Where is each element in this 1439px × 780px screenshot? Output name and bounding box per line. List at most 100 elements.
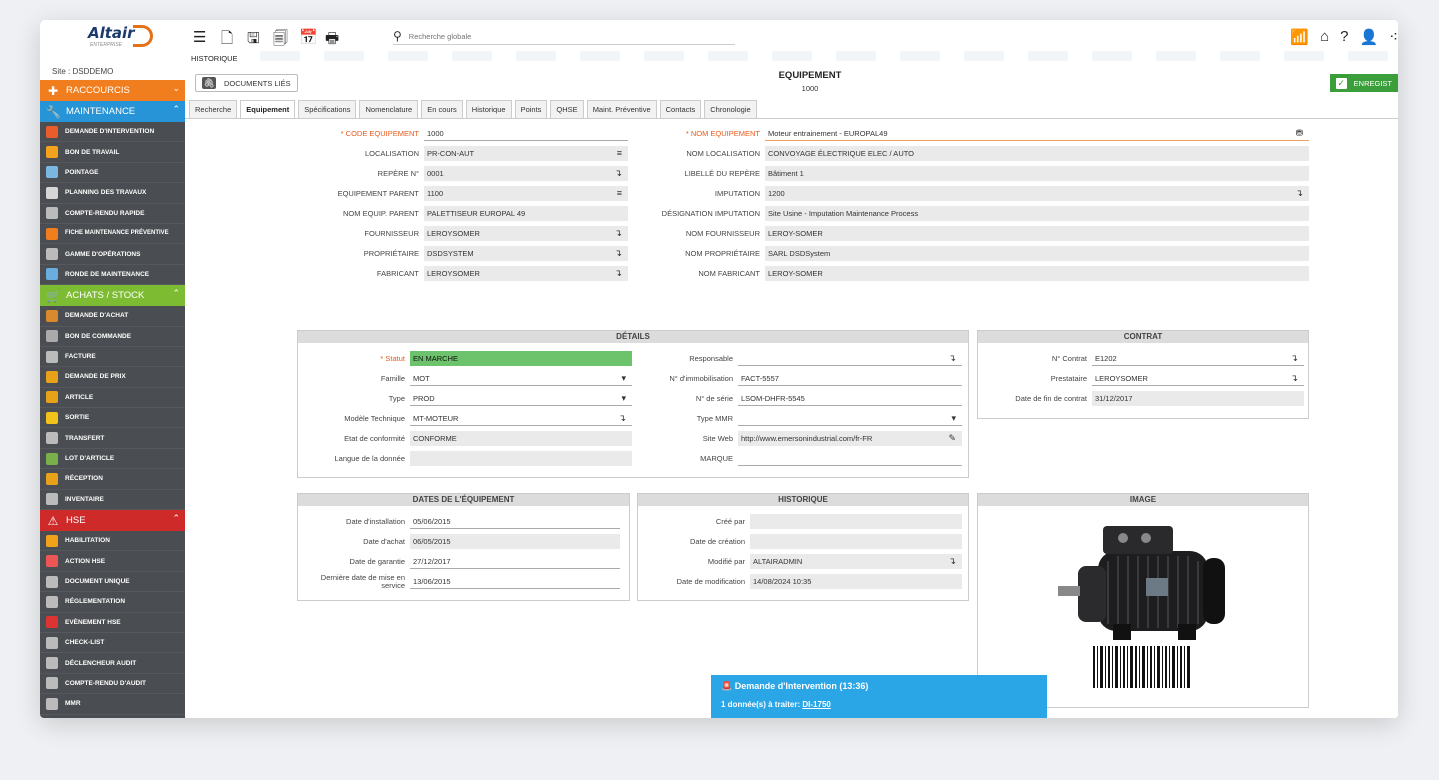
sidebar-item[interactable]: PLANNING DES TRAVAUX [40, 183, 185, 204]
sidebar-item[interactable]: CHECK-LIST [40, 633, 185, 654]
lookup-icon[interactable]: ↴ [1290, 351, 1298, 366]
help-icon[interactable]: ? [1340, 28, 1348, 46]
field-value[interactable]: LSOM-DHFR-5545 [738, 391, 962, 406]
field-value[interactable]: 13/06/2015 [410, 574, 620, 589]
sidebar-item[interactable]: RÉGLEMENTATION [40, 592, 185, 613]
sidebar-item[interactable]: FACTURE [40, 347, 185, 368]
field-value[interactable]: Moteur entrainement - EUROPAL49 ⛃ [765, 126, 1309, 141]
field-value[interactable]: Site Usine - Imputation Maintenance Proc… [765, 206, 1309, 221]
dropdown-icon[interactable]: ▾ [621, 391, 626, 406]
sidebar-item[interactable]: DÉCLENCHEUR AUDIT [40, 653, 185, 674]
field-value[interactable]: 1200 ↴ [765, 186, 1309, 201]
sidebar-item[interactable]: SORTIE [40, 408, 185, 429]
sidebar-item[interactable]: DOCUMENT UNIQUE [40, 572, 185, 593]
save-icon[interactable]: 🖫 [247, 28, 260, 53]
tab-item[interactable]: Contacts [659, 100, 702, 118]
field-value[interactable]: SARL DSDSystem [765, 246, 1309, 261]
sidebar-item[interactable]: RÉCEPTION [40, 469, 185, 490]
sidebar-item[interactable]: HABILITATION [40, 531, 185, 552]
tab-item[interactable]: Historique [465, 100, 512, 118]
save-button[interactable]: ✓ ENREGIST [1329, 74, 1398, 92]
tab-item[interactable]: Spécifications [298, 100, 357, 118]
field-value[interactable]: FACT-5557 [738, 371, 962, 386]
tab-item[interactable]: Maint. Préventive [586, 100, 657, 118]
sidebar-item[interactable]: DEMANDE D'INTERVENTION [40, 122, 185, 143]
sidebar-item[interactable]: INVENTAIRE [40, 490, 185, 511]
field-value[interactable]: CONVOYAGE ÉLECTRIQUE ELEC / AUTO [765, 146, 1309, 161]
sidebar-item[interactable]: POINTAGE [40, 163, 185, 184]
field-value[interactable]: E1202 ↴ [1092, 351, 1304, 366]
sidebar-item[interactable]: COMPTE-RENDU D'AUDIT [40, 674, 185, 695]
field-value[interactable]: 0001 ↴ [424, 166, 628, 181]
tab-item[interactable]: Chronologie [704, 100, 757, 118]
field-value[interactable]: 06/05/2015 [410, 534, 620, 549]
section-raccourcis[interactable]: ✚ RACCOURCIS ⌄ [40, 80, 185, 101]
field-value[interactable]: 27/12/2017 [410, 554, 620, 569]
field-value[interactable]: PALETTISEUR EUROPAL 49 [424, 206, 628, 221]
new-document-icon[interactable]: 🗋 [221, 28, 233, 53]
field-value[interactable] [750, 534, 962, 549]
edit-icon[interactable]: ✎ [948, 431, 956, 446]
dropdown-icon[interactable]: ▾ [951, 411, 956, 426]
field-value[interactable] [738, 451, 962, 466]
notification-toast[interactable]: 🚨 Demande d'Intervention (13:36) 1 donné… [711, 675, 1047, 718]
section-hse[interactable]: ⚠ HSE ⌃ [40, 510, 185, 532]
section-maintenance[interactable]: 🔧 MAINTENANCE ⌃ [40, 101, 185, 122]
lookup-icon[interactable]: ↴ [1295, 186, 1303, 201]
field-value[interactable]: PR-CON-AUT ≡ [424, 146, 628, 161]
sidebar-item[interactable]: GAMME D'OPÉRATIONS [40, 244, 185, 265]
tab-item[interactable]: Recherche [189, 100, 238, 118]
field-value[interactable]: CONFORME [410, 431, 632, 446]
dropdown-icon[interactable]: ▾ [621, 371, 626, 386]
field-value[interactable]: 31/12/2017 [1092, 391, 1304, 406]
field-value[interactable] [410, 451, 632, 466]
home-icon[interactable]: ⌂ [1320, 28, 1329, 46]
sidebar-item[interactable]: BON DE TRAVAIL [40, 142, 185, 163]
historique-label[interactable]: HISTORIQUE [191, 54, 238, 63]
sidebar-item[interactable]: DEMANDE D'ACHAT [40, 306, 185, 327]
sidebar-item[interactable]: DEMANDE DE PRIX [40, 367, 185, 388]
sidebar-item[interactable]: LOT D'ARTICLE [40, 449, 185, 470]
translate-icon[interactable]: ⛃ [1295, 126, 1303, 141]
documents-lies-button[interactable]: 🖇 DOCUMENTS LIÉS [195, 74, 298, 92]
field-value[interactable]: PROD ▾ [410, 391, 632, 406]
search-input[interactable] [408, 31, 709, 41]
print-icon[interactable]: 🖶 [325, 28, 339, 53]
field-value[interactable] [750, 514, 962, 529]
stats-icon[interactable]: 📶 [1290, 28, 1309, 46]
field-value[interactable]: MT-MOTEUR ↴ [410, 411, 632, 426]
field-value[interactable]: Bâtiment 1 [765, 166, 1309, 181]
calendar-icon[interactable]: 📅 [299, 28, 318, 46]
sidebar-item[interactable]: FICHE MAINTENANCE PRÉVENTIVE [40, 224, 185, 245]
lookup-icon[interactable]: ↴ [618, 411, 626, 426]
tab-item[interactable]: Nomenclature [359, 100, 419, 118]
field-value[interactable]: 14/08/2024 10:35 [750, 574, 962, 589]
sidebar-item[interactable]: EVÈNEMENT HSE [40, 613, 185, 633]
field-value[interactable]: EN MARCHE [410, 351, 632, 366]
sidebar-item[interactable]: TRANSFERT [40, 428, 185, 449]
global-search[interactable]: ⚲ [393, 28, 735, 45]
notification-link[interactable]: DI-1750 [802, 700, 830, 709]
lookup-icon[interactable]: ↴ [948, 351, 956, 366]
field-value[interactable]: LEROY-SOMER [765, 266, 1309, 281]
sidebar-item[interactable]: MMR [40, 694, 185, 715]
field-value[interactable]: ↴ [738, 351, 962, 366]
field-value[interactable]: LEROYSOMER ↴ [424, 226, 628, 241]
sidebar-item[interactable]: COMPTE-RENDU RAPIDE [40, 204, 185, 224]
menu-icon[interactable]: ☰ [193, 28, 206, 46]
sidebar-item[interactable]: BON DE COMMANDE [40, 327, 185, 347]
lookup-icon[interactable]: ↴ [948, 554, 956, 569]
field-value[interactable]: http://www.emersonindustrial.com/fr-FR ✎ [738, 431, 962, 446]
network-icon[interactable]: ⁖ [1389, 28, 1398, 46]
field-value[interactable]: 1000 [424, 126, 628, 141]
field-value[interactable]: 05/06/2015 [410, 514, 620, 529]
sidebar-item[interactable]: RONDE DE MAINTENANCE [40, 265, 185, 286]
tab-item[interactable]: En cours [421, 100, 463, 118]
user-icon[interactable]: 👤 [1360, 28, 1379, 46]
sidebar-item[interactable]: ACTION HSE [40, 551, 185, 572]
field-value[interactable]: 1100 ≡ [424, 186, 628, 201]
tab-item[interactable]: Equipement [240, 100, 296, 118]
field-value[interactable]: LEROY-SOMER [765, 226, 1309, 241]
field-value[interactable]: LEROYSOMER ↴ [1092, 371, 1304, 386]
field-value[interactable]: MOT ▾ [410, 371, 632, 386]
